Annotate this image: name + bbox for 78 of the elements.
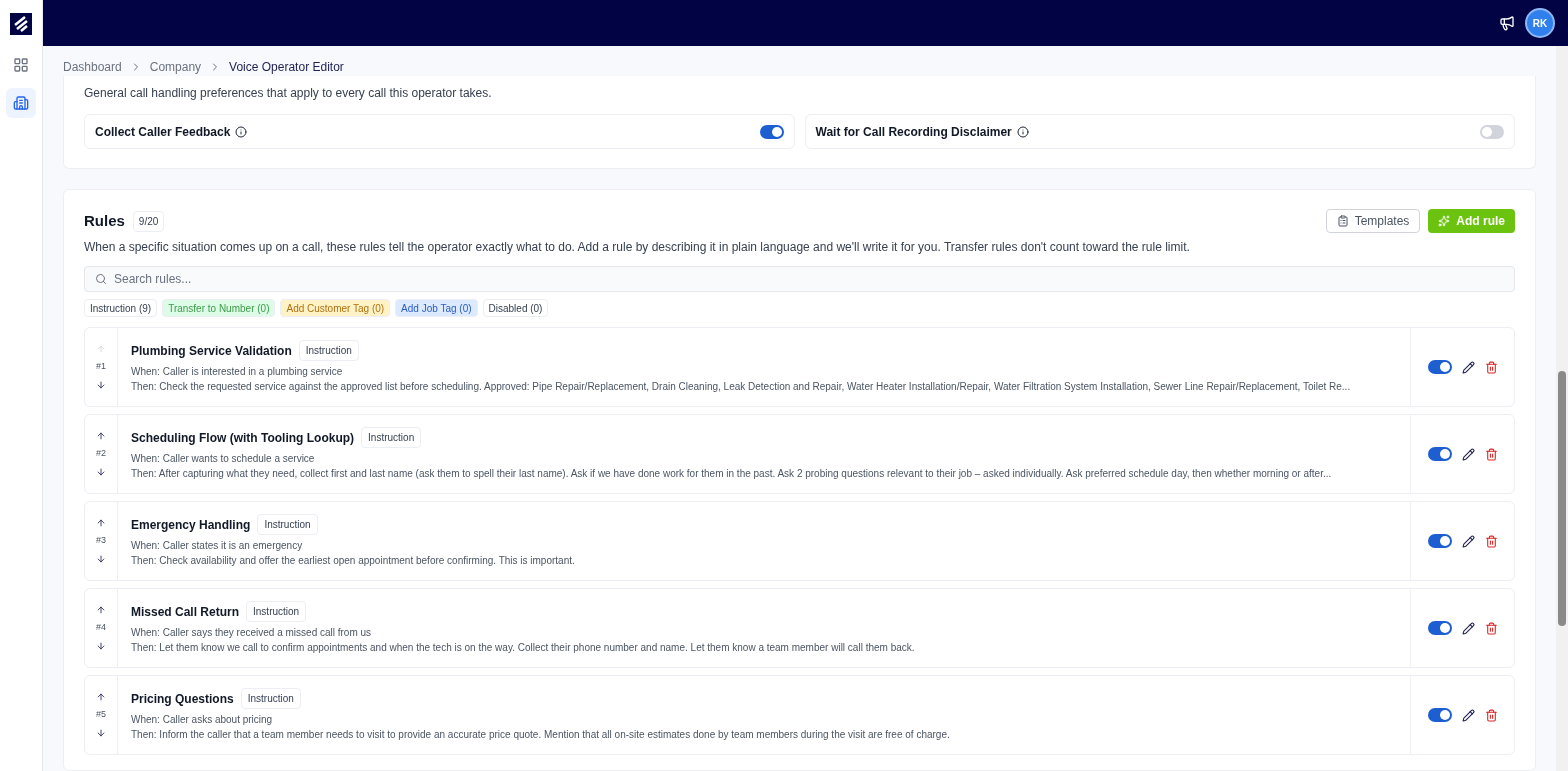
logo-icon[interactable] — [10, 13, 32, 35]
rule-condition: When: Caller wants to schedule a service — [131, 452, 316, 466]
filter-chip[interactable]: Add Job Tag (0) — [395, 299, 478, 317]
toggle-switch[interactable] — [1427, 534, 1452, 548]
rule-type-tag: Instruction — [257, 514, 318, 535]
toggle-switch[interactable] — [1427, 708, 1452, 722]
info-icon[interactable] — [235, 125, 248, 138]
rule-condition: When: Caller asks about pricing — [131, 713, 274, 727]
rules-description: When a specific situation comes up on a call, these rules tell the operator exactly what to do. Add a rule by describing it in plain language and we'll write it for you. Transfer rules don't count toward the rule limit. — [84, 239, 1191, 256]
rule-type-tag: Instruction — [361, 427, 422, 448]
move-down-icon[interactable] — [96, 553, 106, 564]
breadcrumb-link[interactable]: Dashboard — [63, 58, 122, 76]
filter-chip[interactable]: Disabled (0) — [482, 299, 549, 317]
search-icon — [95, 273, 107, 285]
rule-action: Then: Check the requested service against the approved list before scheduling. Approved: Pipe Repair/Replacement, Drain Cleaning, Leak Detection and Repair, Water Heater Installation/Repair, Water Filtration System Installation, Sewer Line Repair/Replacement, Toilet Re... — [131, 380, 1352, 394]
rule-number: #1 — [96, 360, 106, 374]
info-icon[interactable] — [1016, 125, 1029, 138]
toggle-switch[interactable] — [1427, 447, 1452, 461]
move-up-icon[interactable] — [96, 692, 106, 703]
edit-icon[interactable] — [1461, 621, 1475, 635]
rule-number: #5 — [96, 708, 106, 722]
setting-label: Wait for Call Recording Disclaimer — [815, 123, 1012, 141]
rule-title: Pricing Questions — [131, 690, 234, 708]
rule-type-tag: Instruction — [246, 601, 307, 622]
building-icon[interactable] — [6, 88, 36, 118]
setting-label: Collect Caller Feedback — [95, 123, 231, 141]
rule-condition: When: Caller is interested in a plumbing service — [131, 365, 344, 379]
scrollbar[interactable] — [1556, 46, 1568, 771]
search-input[interactable]: Search rules... — [114, 270, 1504, 288]
announcement-icon[interactable] — [1499, 15, 1515, 31]
toggle-switch[interactable] — [1427, 621, 1452, 635]
rule-number: #3 — [96, 534, 106, 548]
rule-title: Missed Call Return — [131, 603, 240, 621]
clipboard-icon — [1336, 215, 1349, 227]
rule-type-tag: Instruction — [298, 340, 359, 361]
rule-type-tag: Instruction — [240, 688, 301, 709]
rule-action: Then: After capturing what they need, collect first and last name (ask them to spell their last name). Ask if we have done work for them in the past. Ask 2 probing questions relevant to their job – asked individually. Ask preferred schedule day, then whether morning or after... — [131, 467, 1333, 481]
sparkles-icon — [1438, 215, 1451, 227]
move-up-icon[interactable] — [96, 605, 106, 616]
templates-button[interactable]: Templates — [1325, 209, 1421, 233]
delete-icon[interactable] — [1484, 708, 1498, 722]
delete-icon[interactable] — [1484, 447, 1498, 461]
delete-icon[interactable] — [1484, 534, 1498, 548]
edit-icon[interactable] — [1461, 534, 1475, 548]
filter-chip[interactable]: Add Customer Tag (0) — [280, 299, 391, 317]
breadcrumb-link[interactable]: Company — [149, 58, 202, 76]
user-avatar[interactable]: RK — [1525, 8, 1555, 38]
delete-icon[interactable] — [1484, 621, 1498, 635]
rule-condition: When: Caller says they received a missed call from us — [131, 626, 373, 640]
rule-number: #2 — [96, 447, 106, 461]
filter-chip[interactable]: Instruction (9) — [84, 299, 158, 317]
rules-count: 9/20 — [132, 210, 165, 232]
rule-title: Scheduling Flow (with Tooling Lookup) — [131, 429, 355, 447]
move-down-icon[interactable] — [96, 640, 106, 651]
move-down-icon[interactable] — [96, 466, 106, 477]
rule-action: Then: Check availability and offer the earliest open appointment before confirming. This is important. — [131, 554, 576, 568]
edit-icon[interactable] — [1461, 360, 1475, 374]
search-field[interactable]: Search rules... — [84, 266, 1515, 292]
edit-icon[interactable] — [1461, 708, 1475, 722]
filter-chip[interactable]: Transfer to Number (0) — [162, 299, 276, 317]
move-down-icon[interactable] — [96, 379, 106, 390]
move-down-icon[interactable] — [96, 727, 106, 738]
rule-action: Then: Inform the caller that a team member needs to visit to provide an accurate price quote. Mention that all on-site estimates done by team members during the visit are free of charge. — [131, 728, 951, 742]
move-up-icon[interactable] — [96, 431, 106, 442]
rule-number: #4 — [96, 621, 106, 635]
preferences-description: General call handling preferences that apply to every call this operator takes. — [84, 85, 493, 102]
edit-icon[interactable] — [1461, 447, 1475, 461]
rule-action: Then: Let them know we call to confirm appointments and when the tech is on the way. Collect their phone number and name. Let them know a team member will call them back. — [131, 641, 916, 655]
rule-title: Emergency Handling — [131, 516, 251, 534]
rule-condition: When: Caller states it is an emergency — [131, 539, 304, 553]
toggle-switch[interactable] — [759, 124, 784, 139]
toggle-switch[interactable] — [1480, 124, 1504, 139]
toggle-switch[interactable] — [1427, 360, 1452, 374]
move-up-icon[interactable] — [96, 518, 106, 529]
breadcrumb-link[interactable]: Voice Operator Editor — [229, 58, 344, 76]
rule-title: Plumbing Service Validation — [131, 342, 292, 360]
delete-icon[interactable] — [1484, 360, 1498, 374]
rules-title: Rules — [84, 210, 125, 231]
